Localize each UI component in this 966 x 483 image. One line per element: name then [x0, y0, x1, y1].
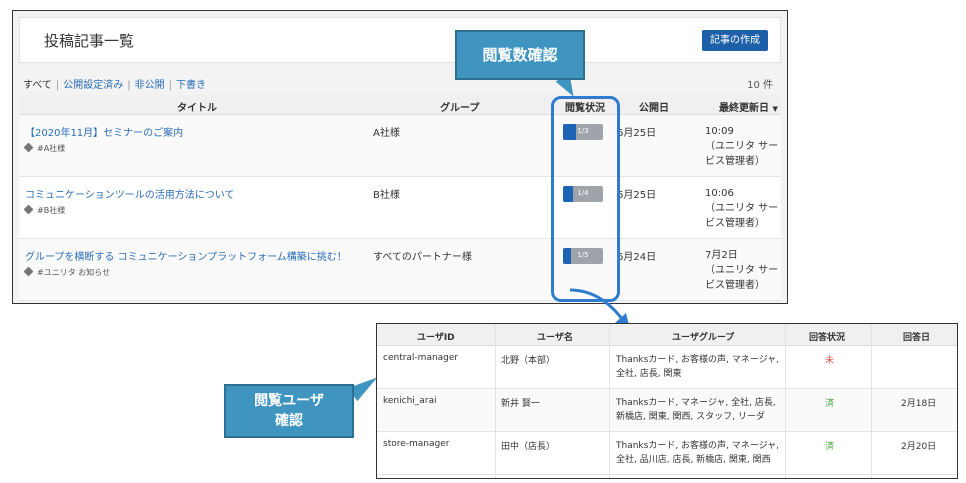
updated-author: （ユニリタ サービス管理者） [705, 203, 779, 229]
create-article-button[interactable]: 記事の作成 [702, 30, 768, 51]
readers-col-id: ユーザID [417, 333, 455, 343]
readers-col-date: 回答日 [903, 333, 931, 343]
column-divider [495, 324, 496, 478]
table-row[interactable]: 【2020年11月】セミナーのご案内 #A社様 A社様 1/3 6月25日 10:09 （ユ… [19, 115, 781, 177]
article-tag-label: #A社様 [37, 144, 66, 153]
article-count: 10 件 [747, 80, 773, 91]
tag-icon [23, 204, 34, 215]
col-title[interactable]: タイトル [177, 99, 217, 114]
filter-separator: | [55, 80, 60, 91]
article-group: B社様 [373, 190, 400, 201]
article-group: A社様 [373, 128, 400, 139]
tag-icon [23, 142, 34, 153]
article-updated: 10:09 （ユニリタ サービス管理者） [705, 124, 781, 169]
article-updated: 10:06 （ユニリタ サービス管理者） [705, 186, 781, 231]
reader-row: store-manager 田中（店長） Thanksカード, お客様の声, マネー… [377, 432, 957, 475]
article-published-date: 6月25日 [617, 128, 657, 139]
readers-col-name: ユーザ名 [537, 333, 573, 343]
reader-date: 2月20日 [901, 442, 937, 452]
filter-separator: | [168, 80, 173, 91]
reader-id: store-manager [383, 439, 450, 449]
filter-draft[interactable]: 下書き [176, 80, 206, 91]
reader-status: 済 [825, 442, 835, 452]
readers-col-status: 回答状況 [809, 333, 846, 343]
reader-id: kenichi_arai [383, 396, 437, 406]
reader-status: 済 [825, 399, 835, 409]
filter-bar: すべて | 公開設定済み | 非公開 | 下書き [23, 76, 206, 91]
updated-time: 7月2日 [705, 250, 738, 261]
article-title-link[interactable]: コミュニケーションツールの活用方法について [25, 186, 235, 201]
reader-status: 未 [825, 356, 835, 366]
reader-row: central-manager 北野（本部） Thanksカード, お客様の声, マ… [377, 346, 957, 389]
reader-row: kenichi_arai 新井 賢一 Thanksカード, マネージャ, 全社, 店… [377, 389, 957, 432]
article-published-date: 6月24日 [617, 252, 657, 263]
col-updated-label: 最終更新日 [719, 103, 769, 114]
triangle-down-icon: ▼ [772, 105, 778, 113]
title-card: 投稿記事一覧 記事の作成 [19, 17, 781, 63]
article-group: すべてのパートナー様 [373, 252, 472, 263]
article-rows: 【2020年11月】セミナーのご案内 #A社様 A社様 1/3 6月25日 10:09 （ユ… [19, 115, 781, 301]
view-users-callout: 閲覧ユーザ 確認 [224, 384, 354, 438]
reader-groups: Thanksカード, マネージャ, 全社, 店長, 新橋店, 関東, 関西, ス… [616, 398, 776, 422]
view-users-callout-line2: 確認 [275, 413, 303, 429]
column-divider [609, 324, 610, 478]
table-header: タイトル グループ 閲覧状況 公開日 最終更新日 ▼ [19, 95, 781, 115]
view-count-callout: 閲覧数確認 [455, 30, 585, 80]
article-list-panel: 投稿記事一覧 記事の作成 すべて | 公開設定済み | 非公開 | 下書き 10 件 タイト… [12, 10, 788, 304]
readers-panel: ユーザID ユーザ名 ユーザグループ 回答状況 回答日 central-mana… [376, 323, 958, 479]
article-tag-label: #ユニリタ お知らせ [37, 268, 111, 277]
reader-name: 田中（店長） [501, 442, 556, 452]
article-title-link[interactable]: グループを横断する コミュニケーションプラットフォーム構築に挑む！ [25, 248, 347, 263]
filter-separator: | [127, 80, 131, 91]
article-tag-label: #B社様 [37, 206, 66, 215]
reader-groups: Thanksカード, お客様の声, マネージャ, 全社, 品川店, 店長, 新橋… [616, 441, 779, 465]
col-updated[interactable]: 最終更新日 ▼ [719, 99, 778, 114]
readers-header: ユーザID ユーザ名 ユーザグループ 回答状況 回答日 [377, 324, 957, 346]
table-row[interactable]: グループを横断する コミュニケーションプラットフォーム構築に挑む！ #ユニリタ お… [19, 239, 781, 301]
updated-author: （ユニリタ サービス管理者） [705, 141, 779, 167]
reader-rows: central-manager 北野（本部） Thanksカード, お客様の声, マ… [377, 346, 957, 475]
reader-groups: Thanksカード, お客様の声, マネージャ, 全社, 店長, 関東 [616, 355, 779, 379]
filter-unpublished[interactable]: 非公開 [135, 80, 165, 91]
updated-time: 10:09 [705, 126, 734, 137]
article-tag[interactable]: #ユニリタ お知らせ [23, 266, 111, 278]
view-users-callout-line1: 閲覧ユーザ [254, 393, 324, 409]
col-group[interactable]: グループ [440, 99, 479, 114]
table-row[interactable]: コミュニケーションツールの活用方法について #B社様 B社様 1/4 6月25日 10:0… [19, 177, 781, 239]
readers-col-group: ユーザグループ [672, 333, 735, 343]
article-tag[interactable]: #B社様 [23, 204, 66, 216]
page-title: 投稿記事一覧 [44, 32, 135, 50]
filter-published[interactable]: 公開設定済み [63, 80, 123, 91]
reader-name: 新井 賢一 [501, 399, 540, 409]
filter-all[interactable]: すべて [23, 80, 52, 91]
reader-id: central-manager [383, 353, 459, 363]
article-table: タイトル グループ 閲覧状況 公開日 最終更新日 ▼ 【2020年11月】セミナ… [19, 95, 781, 301]
reader-name: 北野（本部） [501, 356, 556, 366]
col-published[interactable]: 公開日 [639, 99, 669, 114]
updated-time: 10:06 [705, 188, 734, 199]
stage: 投稿記事一覧 記事の作成 すべて | 公開設定済み | 非公開 | 下書き 10 件 タイト… [0, 0, 966, 483]
column-divider [785, 324, 786, 478]
article-title-link[interactable]: 【2020年11月】セミナーのご案内 [25, 124, 183, 139]
reader-date: 2月18日 [901, 399, 937, 409]
status-highlight-frame [551, 96, 620, 302]
link-arrow-line [569, 288, 624, 320]
updated-author: （ユニリタ サービス管理者） [705, 265, 779, 291]
tag-icon [23, 266, 34, 277]
article-tag[interactable]: #A社様 [23, 142, 66, 154]
article-updated: 7月2日 （ユニリタ サービス管理者） [705, 248, 781, 293]
article-published-date: 6月25日 [617, 190, 657, 201]
column-divider [871, 324, 872, 478]
